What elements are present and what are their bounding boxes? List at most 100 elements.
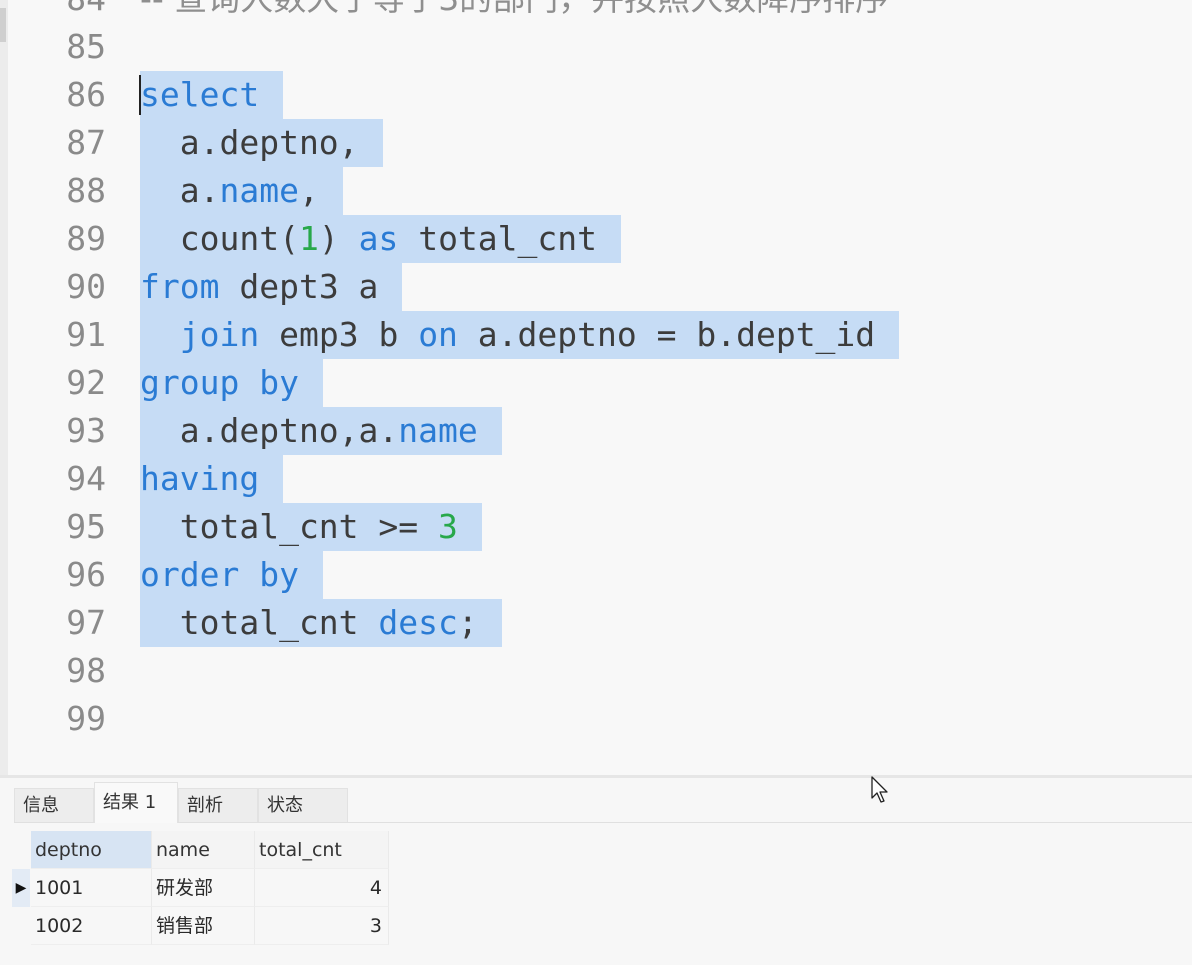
code-line[interactable]: 95 total_cnt >= 3 [8,503,1192,551]
sql-token: a.deptno,a. [140,411,399,450]
code-line[interactable]: 93 a.deptno,a.name [8,407,1192,455]
sql-comment: -- 查询人数大于等于3的部门，并按照人数降序排序 [140,0,888,18]
code-text[interactable]: a.name, [140,167,343,215]
column-header-deptno[interactable]: deptno [31,831,152,869]
tab-label: 剖析 [187,795,223,816]
sql-token: dept3 a [219,267,379,306]
sql-keyword: name [398,411,478,450]
sql-keyword: join [179,315,260,354]
cell-total-cnt[interactable]: 3 [255,907,389,945]
sql-number: 1 [298,219,319,258]
cell-deptno[interactable]: 1002 [31,907,152,945]
sql-token: , [298,171,319,210]
code-text[interactable]: order by [140,551,323,599]
cell-total-cnt[interactable]: 4 [255,869,389,907]
tab-label: 信息 [23,795,59,816]
code-line[interactable]: 84 -- 查询人数大于等于3的部门，并按照人数降序排序 [8,0,1192,23]
code-text[interactable]: count(1) as total_cnt [140,215,622,263]
tab-result-1[interactable]: 结果 1 [94,782,178,823]
line-number: 89 [66,219,106,258]
code-text[interactable]: having [140,455,284,503]
sql-token: ) [318,219,359,258]
sql-keyword: having [140,459,260,498]
code-line[interactable]: 94 having [8,455,1192,503]
sql-token: count( [140,219,299,258]
text-caret [139,75,141,115]
sql-token: a. [140,171,220,210]
sql-token: emp3 b [259,315,419,354]
code-line[interactable]: 91 join emp3 b on a.deptno = b.dept_id [8,311,1192,359]
cell-name[interactable]: 研发部 [152,869,255,907]
line-number: 93 [66,411,106,450]
line-number: 86 [66,75,106,114]
code-text[interactable]: join emp3 b on a.deptno = b.dept_id [140,311,900,359]
code-text[interactable]: total_cnt desc; [140,599,502,647]
column-header-name[interactable]: name [152,831,255,869]
code-line[interactable]: 98 [8,647,1192,695]
line-number: 97 [66,603,106,642]
sql-keyword: as [358,219,399,258]
code-line[interactable]: 88 a.name, [8,167,1192,215]
sql-keyword: desc [378,603,458,642]
sql-token: total_cnt >= [140,507,439,546]
results-tabbar: 信息 结果 1 剖析 状态 [14,782,1192,823]
line-number: 88 [66,171,106,210]
code-line[interactable]: 96 order by [8,551,1192,599]
line-number: 98 [66,651,106,690]
tab-label: 结果 1 [103,792,157,813]
tab-status[interactable]: 状态 [258,788,348,822]
cell-deptno[interactable]: 1001 [31,869,152,907]
scrollbar-thumb[interactable] [0,8,6,42]
results-panel: 信息 结果 1 剖析 状态 deptno name total_cnt 1001… [0,775,1192,965]
column-header-label: total_cnt [259,839,342,861]
current-row-indicator-icon: ▶ [12,869,30,907]
line-number: 90 [66,267,106,306]
line-number: 85 [66,27,106,66]
mouse-pointer-icon [871,776,888,803]
code-text[interactable]: select [140,71,284,119]
column-header-label: name [156,839,210,861]
sql-keyword: order by [140,555,299,594]
code-line[interactable]: 85 [8,23,1192,71]
code-line[interactable]: 87 a.deptno, [8,119,1192,167]
code-line[interactable]: 89 count(1) as total_cnt [8,215,1192,263]
sql-token: a.deptno, [140,123,359,162]
line-number: 91 [66,315,106,354]
line-number: 92 [66,363,106,402]
code-text[interactable]: from dept3 a [140,263,403,311]
sql-keyword: name [219,171,299,210]
line-number: 96 [66,555,106,594]
sql-token: total_cnt [140,603,379,642]
sql-token: ; [457,603,478,642]
row-indicator [12,907,30,945]
code-text[interactable]: total_cnt >= 3 [140,503,482,551]
line-number: 94 [66,459,106,498]
line-number: 99 [66,699,106,738]
tab-profile[interactable]: 剖析 [178,788,258,822]
code-line[interactable]: 90 from dept3 a [8,263,1192,311]
code-line[interactable]: 97 total_cnt desc; [8,599,1192,647]
sql-keyword: group by [140,363,299,402]
code-line[interactable]: 86 select [8,71,1192,119]
code-text[interactable]: -- 查询人数大于等于3的部门，并按照人数降序排序 [140,0,888,23]
tab-info[interactable]: 信息 [14,788,94,822]
line-number: 87 [66,123,106,162]
column-header-label: deptno [35,839,102,861]
line-number: 84 [8,0,106,23]
sql-keyword: select [140,75,260,114]
line-number: 95 [66,507,106,546]
sql-number: 3 [438,507,458,546]
tab-label: 状态 [267,795,303,816]
column-header-total-cnt[interactable]: total_cnt [255,831,389,869]
sql-keyword: from [140,267,220,306]
sql-editor[interactable]: 8384-- 查询人数大于等于3的部门，并按照人数降序排序8586select8… [8,0,1192,775]
cell-name[interactable]: 销售部 [152,907,255,945]
code-line[interactable]: 99 [8,695,1192,743]
code-text[interactable]: a.deptno,a.name [140,407,502,455]
code-line[interactable]: 92 group by [8,359,1192,407]
sql-keyword: on [418,315,458,354]
code-text[interactable]: a.deptno, [140,119,383,167]
sql-token: a.deptno = b.dept_id [457,315,876,354]
code-text[interactable]: group by [140,359,323,407]
